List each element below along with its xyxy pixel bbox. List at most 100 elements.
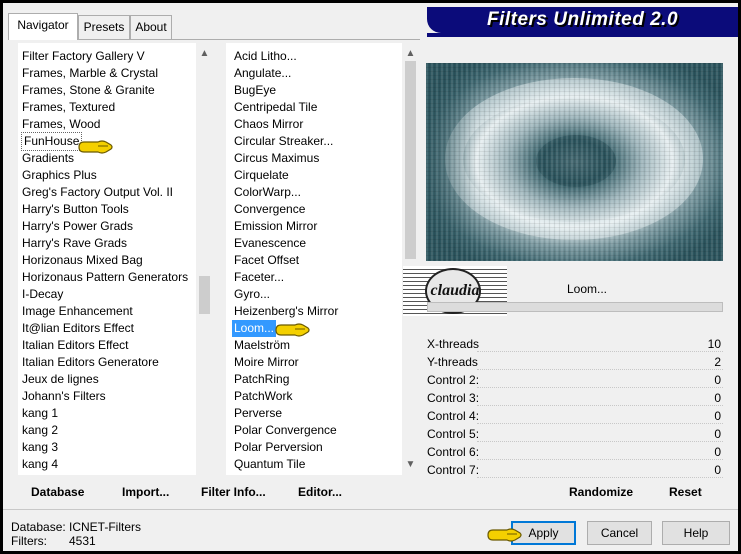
filter-item[interactable]: Acid Litho...	[234, 48, 297, 65]
filter-item[interactable]: Angulate...	[234, 65, 291, 82]
category-item[interactable]: Frames, Wood	[22, 116, 100, 133]
param-value[interactable]: 2	[663, 353, 721, 371]
filter-item[interactable]: Centripedal Tile	[234, 99, 317, 116]
filter-item[interactable]: Quantum Tile	[234, 456, 305, 473]
filter-scroll-thumb[interactable]	[405, 61, 416, 259]
param-label: Control 5:	[427, 427, 480, 441]
category-list[interactable]: Filter Factory Gallery V Frames, Marble &…	[18, 43, 213, 475]
filters-unlimited-window: Navigator Presets About Filters Unlimite…	[3, 3, 738, 551]
cancel-button[interactable]: Cancel	[587, 521, 652, 545]
scroll-up-icon[interactable]: ▲	[402, 45, 419, 62]
status-database: Database: ICNET-Filters	[11, 520, 141, 534]
randomize-button[interactable]: Randomize	[569, 483, 633, 501]
category-item[interactable]: Frames, Stone & Granite	[22, 82, 155, 99]
category-item[interactable]: kang 2	[22, 422, 58, 439]
filter-item[interactable]: ColorWarp...	[234, 184, 301, 201]
editor-button[interactable]: Editor...	[298, 483, 342, 501]
param-label: Control 2:	[427, 373, 480, 387]
filter-item[interactable]: Facet Offset	[234, 252, 299, 269]
status-filters: Filters: 4531	[11, 534, 96, 548]
param-value[interactable]: 0	[663, 389, 721, 407]
filter-item[interactable]: Loom...	[232, 320, 277, 337]
filter-info-button[interactable]: Filter Info...	[201, 483, 266, 501]
filter-item[interactable]: Convergence	[234, 201, 305, 218]
category-item[interactable]: Filter Factory Gallery V	[22, 48, 145, 65]
category-item[interactable]: Horizonaus Mixed Bag	[22, 252, 143, 269]
filter-item[interactable]: Maelström	[234, 337, 290, 354]
title-banner-stripe	[427, 33, 738, 37]
filter-item[interactable]: Polar Convergence	[234, 422, 337, 439]
category-item[interactable]: Harry's Rave Grads	[22, 235, 127, 252]
param-label: X-threads	[427, 337, 480, 351]
scroll-up-icon[interactable]: ▲	[196, 45, 213, 62]
pointing-hand-icon	[275, 323, 310, 337]
tab-presets[interactable]: Presets	[78, 15, 130, 39]
category-item[interactable]: kang 4	[22, 456, 58, 473]
category-item[interactable]: Greg's Factory Output Vol. II	[22, 184, 173, 201]
category-item[interactable]: I-Decay	[22, 286, 63, 303]
category-item[interactable]: Italian Editors Generatore	[22, 354, 159, 371]
category-item[interactable]: Italian Editors Effect	[22, 337, 129, 354]
category-item[interactable]: Jeux de lignes	[22, 371, 99, 388]
filter-item[interactable]: Polar Perversion	[234, 439, 323, 456]
filter-list[interactable]: Acid Litho... Angulate... BugEye Centripeda…	[226, 43, 419, 475]
filter-item[interactable]: Circus Maximus	[234, 150, 319, 167]
category-item[interactable]: kang 1	[22, 405, 58, 422]
filter-item[interactable]: Chaos Mirror	[234, 116, 303, 133]
param-value[interactable]: 10	[663, 335, 721, 353]
param-value[interactable]: 0	[663, 443, 721, 461]
tab-about[interactable]: About	[130, 15, 172, 39]
param-value[interactable]: 0	[663, 407, 721, 425]
category-scrollbar[interactable]: ▲	[196, 43, 213, 475]
category-item[interactable]: Graphics Plus	[22, 167, 97, 184]
param-value[interactable]: 0	[663, 461, 721, 479]
param-label: Control 4:	[427, 409, 480, 423]
category-item[interactable]: Harry's Power Grads	[22, 218, 133, 235]
category-scroll-thumb[interactable]	[199, 276, 210, 314]
category-item[interactable]: FunHouse	[20, 132, 83, 151]
filter-item[interactable]: Faceter...	[234, 269, 284, 286]
category-item[interactable]: kang 3	[22, 439, 58, 456]
footer-divider	[3, 509, 738, 510]
help-button[interactable]: Help	[662, 521, 730, 545]
filter-item[interactable]: Circular Streaker...	[234, 133, 333, 150]
status-filters-value: 4531	[69, 534, 96, 548]
param-label: Control 7:	[427, 463, 480, 477]
scroll-down-icon[interactable]: ▼	[402, 456, 419, 473]
reset-button[interactable]: Reset	[669, 483, 702, 501]
filter-item[interactable]: Gyro...	[234, 286, 270, 303]
tab-navigator[interactable]: Navigator	[8, 13, 78, 40]
filter-item[interactable]: BugEye	[234, 82, 276, 99]
filter-item[interactable]: Evanescence	[234, 235, 306, 252]
filter-progress-bar	[427, 302, 723, 312]
filter-scrollbar[interactable]: ▲ ▼	[402, 43, 419, 475]
category-item[interactable]: Image Enhancement	[22, 303, 133, 320]
database-button[interactable]: Database	[31, 483, 84, 501]
selected-filter-name: Loom...	[566, 282, 608, 296]
title-banner: Filters Unlimited 2.0	[427, 7, 738, 33]
import-button[interactable]: Import...	[122, 483, 169, 501]
pointing-hand-icon	[487, 528, 522, 542]
category-item[interactable]: Johann's Filters	[22, 388, 106, 405]
param-label: Control 6:	[427, 445, 480, 459]
param-value[interactable]: 0	[663, 371, 721, 389]
pointing-hand-icon	[78, 140, 113, 154]
category-item[interactable]: It@lian Editors Effect	[22, 320, 134, 337]
filter-item[interactable]: PatchWork	[234, 388, 292, 405]
category-item[interactable]: Horizonaus Pattern Generators	[22, 269, 188, 286]
status-filters-label: Filters:	[11, 534, 47, 548]
filter-item[interactable]: PatchRing	[234, 371, 289, 388]
category-item[interactable]: Frames, Textured	[22, 99, 115, 116]
filter-item[interactable]: Perverse	[234, 405, 282, 422]
category-item[interactable]: Gradients	[22, 150, 74, 167]
filter-item[interactable]: Moire Mirror	[234, 354, 299, 371]
filter-item[interactable]: Emission Mirror	[234, 218, 317, 235]
window-title: Filters Unlimited 2.0	[486, 9, 679, 30]
param-label: Control 3:	[427, 391, 480, 405]
filter-item[interactable]: Cirquelate	[234, 167, 289, 184]
watermark-text: claudia	[430, 282, 480, 299]
filter-item[interactable]: Heizenberg's Mirror	[234, 303, 338, 320]
category-item[interactable]: Frames, Marble & Crystal	[22, 65, 158, 82]
category-item[interactable]: Harry's Button Tools	[22, 201, 129, 218]
param-value[interactable]: 0	[663, 425, 721, 443]
